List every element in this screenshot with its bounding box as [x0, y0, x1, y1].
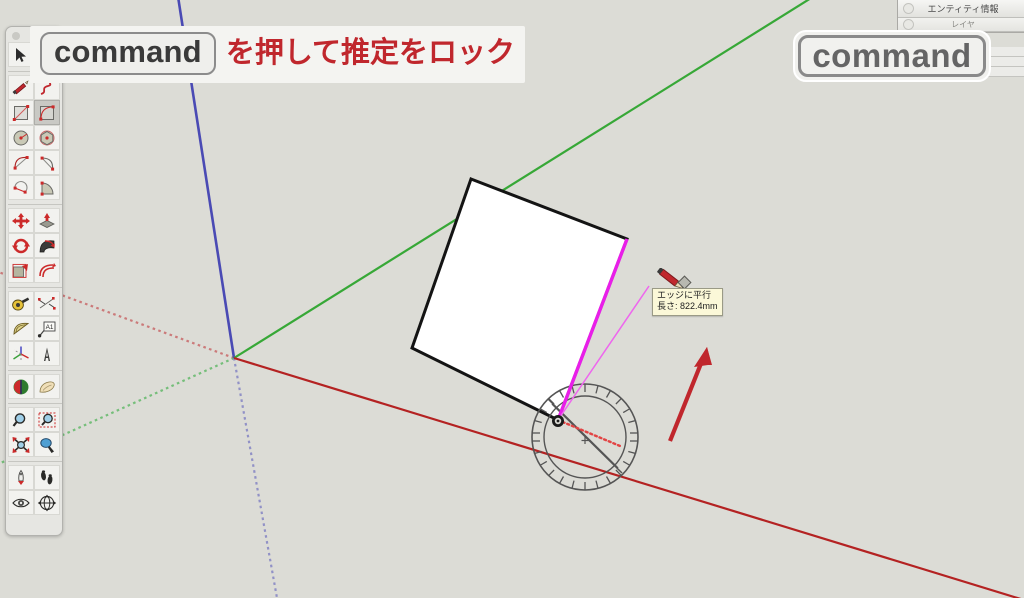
- follow-me-tool-button[interactable]: [34, 233, 60, 258]
- tape-measure-icon: [12, 297, 30, 310]
- rectangle-face[interactable]: [410, 177, 629, 423]
- three-point-arc-tool-button[interactable]: [8, 175, 34, 200]
- sandbox-tool-button[interactable]: [34, 374, 60, 399]
- position-camera-tool-button[interactable]: [8, 465, 34, 490]
- hand-drape-icon: [39, 381, 55, 393]
- scale-icon: [12, 263, 28, 278]
- tool-group-camera: [8, 403, 62, 457]
- scale-tool-button[interactable]: [8, 258, 34, 283]
- walk-tool-button[interactable]: [34, 465, 60, 490]
- rotate-icon: [12, 238, 30, 253]
- zoom-extents-tool-button[interactable]: [8, 432, 34, 457]
- rotated-rectangle-icon: [39, 104, 55, 121]
- command-key-badge: command: [793, 30, 991, 82]
- rotated-rectangle-tool-button[interactable]: [34, 100, 60, 125]
- offset-icon: [39, 262, 56, 277]
- tooltip-length-label: 長さ: 822.4mm: [657, 301, 718, 312]
- move-arrows-icon: [12, 212, 30, 229]
- tool-group-paint: [8, 370, 62, 399]
- protractor-widget: [531, 383, 639, 491]
- origin-point-marker: [552, 415, 564, 427]
- zoom-tool-button[interactable]: [8, 407, 34, 432]
- eye-icon: [12, 498, 30, 507]
- rectangle-tool-button[interactable]: [8, 100, 34, 125]
- protractor-tool-button[interactable]: [8, 316, 34, 341]
- instruction-text: を押して推定をロック: [225, 36, 515, 69]
- svg-text:A1: A1: [46, 324, 54, 331]
- collapse-disc-icon-2[interactable]: [903, 19, 914, 30]
- tool-group-modify: [8, 204, 62, 283]
- layers-title: レイヤ: [951, 20, 975, 29]
- zoom-window-tool-button[interactable]: [34, 407, 60, 432]
- tool-group-walkthrough: [8, 461, 62, 515]
- polygon-icon: [39, 130, 55, 145]
- rotate-tool-button[interactable]: [8, 233, 34, 258]
- red-inference-dotted: [556, 418, 622, 448]
- arrow-cursor-icon: [16, 47, 26, 62]
- footprints-icon: [41, 469, 53, 484]
- text-tool-button[interactable]: A1: [34, 316, 60, 341]
- three-d-text-tool-button[interactable]: [34, 341, 60, 366]
- magnifier-icon: [12, 412, 26, 427]
- position-camera-icon: [18, 469, 24, 485]
- collapse-disc-icon[interactable]: [903, 3, 914, 14]
- text-label-icon: A1: [37, 321, 56, 337]
- dimension-icon: [38, 296, 56, 310]
- red-axis: [233, 356, 1022, 598]
- paint-bucket-tool-button[interactable]: [8, 374, 34, 399]
- command-keycap-inline: command: [40, 32, 216, 75]
- orbit-icon: [37, 494, 57, 511]
- offset-tool-button[interactable]: [34, 258, 60, 283]
- entity-info-header[interactable]: エンティティ情報: [898, 0, 1024, 18]
- command-key-badge-label: command: [798, 35, 986, 77]
- push-pull-tool-button[interactable]: [34, 208, 60, 233]
- arc-icon: [13, 155, 29, 170]
- axes-icon: [13, 346, 29, 361]
- orbit-tool-button[interactable]: [34, 490, 60, 515]
- screenshot-root: エッジに平行 長さ: 822.4mm エンティティ情報 レイヤ A1 comma…: [0, 0, 1024, 598]
- circle-icon: [13, 130, 29, 145]
- model-canvas[interactable]: [0, 0, 1024, 598]
- rectangle-icon: [12, 104, 30, 121]
- instruction-callout: command を押して推定をロック: [30, 26, 525, 83]
- polygon-tool-button[interactable]: [34, 125, 60, 150]
- inference-tooltip: エッジに平行 長さ: 822.4mm: [652, 288, 723, 316]
- three-d-text-icon: [44, 347, 50, 361]
- two-point-arc-icon: [40, 156, 55, 171]
- tool-palette[interactable]: A1: [5, 26, 63, 536]
- pan-tool-button[interactable]: [34, 432, 60, 457]
- paint-bucket-icon: [13, 379, 29, 394]
- entity-info-title: エンティティ情報: [927, 4, 999, 14]
- arc-tool-button[interactable]: [8, 150, 34, 175]
- three-point-arc-icon: [13, 180, 28, 194]
- tooltip-inference-label: エッジに平行: [657, 290, 712, 300]
- pie-icon: [40, 181, 54, 196]
- dimension-tool-button[interactable]: [34, 291, 60, 316]
- model-viewport[interactable]: エッジに平行 長さ: 822.4mm: [0, 0, 1024, 598]
- follow-me-icon: [39, 239, 55, 252]
- tool-group-draw: [8, 71, 62, 200]
- tape-measure-tool-button[interactable]: [8, 291, 34, 316]
- push-pull-icon: [39, 212, 55, 228]
- circle-tool-button[interactable]: [8, 125, 34, 150]
- pan-hand-icon: [40, 437, 54, 453]
- pencil-icon: [12, 79, 29, 94]
- tool-group-construction: A1: [8, 287, 62, 366]
- look-around-tool-button[interactable]: [8, 490, 34, 515]
- two-point-arc-tool-button[interactable]: [34, 150, 60, 175]
- blue-axis-negative: [232, 357, 279, 598]
- zoom-extents-icon: [12, 436, 30, 453]
- pie-tool-button[interactable]: [34, 175, 60, 200]
- protractor-icon: [13, 322, 30, 335]
- move-tool-button[interactable]: [8, 208, 34, 233]
- magnifier-window-icon: [38, 412, 56, 427]
- annotation-arrow: [668, 347, 712, 442]
- entity-info-panel[interactable]: エンティティ情報 レイヤ: [897, 0, 1024, 33]
- axes-tool-button[interactable]: [8, 341, 34, 366]
